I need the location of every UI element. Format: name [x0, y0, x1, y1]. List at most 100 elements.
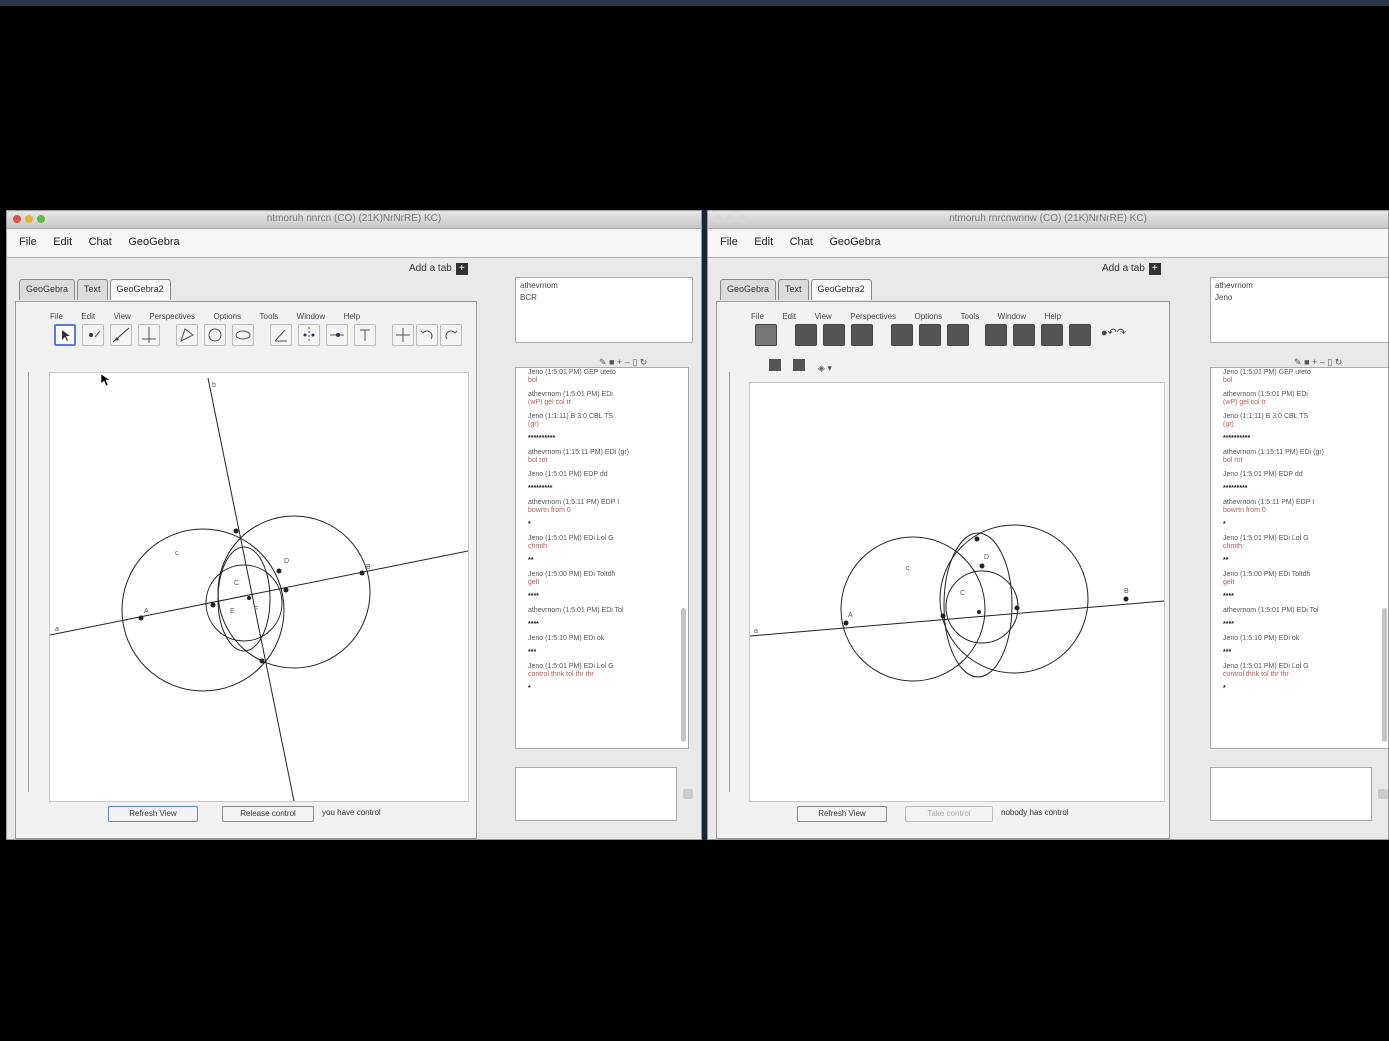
- right-gg-menu-tools[interactable]: Tools: [961, 312, 980, 321]
- left-menu-edit[interactable]: Edit: [53, 236, 72, 248]
- right-add-tab[interactable]: Add a tab +: [1102, 263, 1161, 275]
- left-tab-geogebra2[interactable]: GeoGebra2: [109, 279, 171, 300]
- angle-tool-icon[interactable]: [270, 324, 292, 346]
- left-chat-input[interactable]: [515, 767, 677, 821]
- right-gg-menu-options[interactable]: Options: [915, 312, 943, 321]
- delete-icon[interactable]: ▯: [1327, 357, 1332, 367]
- delete-icon[interactable]: ▯: [632, 357, 637, 367]
- line-tool-icon: [823, 324, 845, 346]
- right-panel-splitter[interactable]: [729, 372, 730, 792]
- left-gg-menu-file[interactable]: File: [50, 312, 63, 321]
- right-take-control-button[interactable]: Take control: [905, 806, 993, 822]
- chat-message: Jeno (1:5:01 PM) EDP dd: [1223, 471, 1303, 478]
- left-gg-menu-perspectives[interactable]: Perspectives: [149, 312, 195, 321]
- move-graphics-tool-icon[interactable]: [392, 324, 414, 346]
- right-menu-chat[interactable]: Chat: [790, 236, 813, 248]
- minus-icon[interactable]: –: [1320, 357, 1325, 367]
- send-icon[interactable]: [1378, 789, 1388, 799]
- plus-icon[interactable]: +: [1312, 357, 1317, 367]
- reflect-tool-icon[interactable]: [298, 324, 320, 346]
- left-geogebra-toolbar: [52, 322, 472, 354]
- left-gg-menu-tools[interactable]: Tools: [260, 312, 279, 321]
- left-add-tab[interactable]: Add a tab +: [409, 263, 468, 275]
- square-icon[interactable]: ■: [609, 357, 614, 367]
- left-point-label: E: [230, 608, 235, 615]
- left-gg-menu-options[interactable]: Options: [214, 312, 242, 321]
- right-add-tab-label: Add a tab: [1102, 263, 1145, 274]
- send-icon[interactable]: [683, 789, 693, 799]
- point-tool-icon[interactable]: [82, 324, 104, 346]
- left-tab-geogebra[interactable]: GeoGebra: [19, 279, 76, 300]
- chat-message: *: [1223, 521, 1226, 528]
- slider-tool-icon[interactable]: [326, 324, 348, 346]
- move-tool-icon[interactable]: [54, 324, 76, 346]
- left-gg-menu-help[interactable]: Help: [344, 312, 360, 321]
- right-title-bar: ntmoruh rnrcnwnnw (CO) (21K)NrNrRE) KC): [708, 211, 1388, 229]
- left-menu-file[interactable]: File: [19, 236, 37, 248]
- text-tool-icon[interactable]: [354, 324, 376, 346]
- pencil-icon[interactable]: ✎: [1294, 357, 1302, 367]
- left-release-control-button[interactable]: Release control: [222, 806, 314, 822]
- right-tab-geogebra[interactable]: GeoGebra: [720, 279, 777, 300]
- right-chat-messages: Jeno (1:5:01 PM) GEP uteto bol athevrnom (…: [1211, 368, 1388, 696]
- right-menu-geogebra[interactable]: GeoGebra: [829, 236, 880, 248]
- refresh-icon[interactable]: ↻: [640, 357, 648, 367]
- left-title-bar: ntmoruh nnrcn (CO) (21K)NrNrRE) KC): [7, 211, 701, 229]
- left-point: [210, 602, 216, 608]
- minus-icon[interactable]: –: [625, 357, 630, 367]
- redo-icon[interactable]: [440, 324, 462, 346]
- right-graphics-view[interactable]: a A B c D C: [749, 382, 1165, 802]
- right-chat-input[interactable]: [1210, 767, 1372, 821]
- right-gg-menu-edit[interactable]: Edit: [782, 312, 796, 321]
- left-menu-chat[interactable]: Chat: [89, 236, 112, 248]
- right-point-label: C: [960, 590, 965, 597]
- chat-message: **: [1223, 557, 1229, 564]
- left-point-label: b: [212, 382, 216, 389]
- square-icon[interactable]: ■: [1304, 357, 1309, 367]
- left-gg-menu-edit[interactable]: Edit: [81, 312, 95, 321]
- chat-message: athevrnom (1:5:01 PM) EDi Tol: [1223, 607, 1319, 614]
- chat-message: *: [528, 685, 531, 692]
- right-chat-scrollbar[interactable]: [1382, 608, 1387, 742]
- right-tab-geogebra2[interactable]: GeoGebra2: [810, 279, 872, 300]
- left-graphics-view[interactable]: a A B b c D E C F: [49, 372, 469, 802]
- left-refresh-view-button[interactable]: Refresh View: [108, 806, 198, 822]
- polygon-tool-icon[interactable]: [176, 324, 198, 346]
- right-menu-edit[interactable]: Edit: [754, 236, 773, 248]
- left-point: [283, 587, 289, 593]
- right-gg-menu-file[interactable]: File: [751, 312, 764, 321]
- right-gg-menu-window[interactable]: Window: [998, 312, 1026, 321]
- line-tool-icon[interactable]: [110, 324, 132, 346]
- right-geogebra-panel: File Edit View Perspectives Options Tool…: [716, 301, 1170, 839]
- chat-message: **********: [1223, 435, 1251, 442]
- left-point-label: B: [366, 564, 371, 571]
- left-panel-splitter[interactable]: [28, 372, 29, 792]
- mouse-cursor-icon: [100, 373, 111, 387]
- plus-icon[interactable]: +: [617, 357, 622, 367]
- pencil-icon[interactable]: ✎: [599, 357, 607, 367]
- right-menu-file[interactable]: File: [720, 236, 738, 248]
- circle-tool-icon[interactable]: [204, 324, 226, 346]
- right-gg-menu-perspectives[interactable]: Perspectives: [850, 312, 896, 321]
- refresh-icon[interactable]: ↻: [1335, 357, 1343, 367]
- right-tab-text[interactable]: Text: [778, 279, 809, 300]
- left-menu-geogebra[interactable]: GeoGebra: [128, 236, 179, 248]
- right-construction-drawing: a A B c D C: [749, 524, 1165, 682]
- left-gg-menu-window[interactable]: Window: [297, 312, 325, 321]
- left-tab-text[interactable]: Text: [77, 279, 108, 300]
- polygon-tool-icon: [891, 324, 913, 346]
- left-chat-scrollbar[interactable]: [681, 608, 686, 742]
- right-point-label: a: [754, 628, 758, 635]
- right-refresh-view-button[interactable]: Refresh View: [797, 806, 887, 822]
- perpendicular-tool-icon[interactable]: [138, 324, 160, 346]
- conic-tool-icon[interactable]: [232, 324, 254, 346]
- right-gg-menu-view[interactable]: View: [815, 312, 832, 321]
- right-point: [979, 563, 985, 569]
- right-menu-bar: File Edit Chat GeoGebra: [708, 229, 1388, 258]
- right-gg-menu-help[interactable]: Help: [1045, 312, 1061, 321]
- left-user-name: athevrnom: [520, 281, 558, 290]
- right-control-status: nobody has control: [1001, 808, 1069, 817]
- left-gg-menu-view[interactable]: View: [114, 312, 131, 321]
- undo-icon[interactable]: [416, 324, 438, 346]
- chat-message: **********: [528, 435, 556, 442]
